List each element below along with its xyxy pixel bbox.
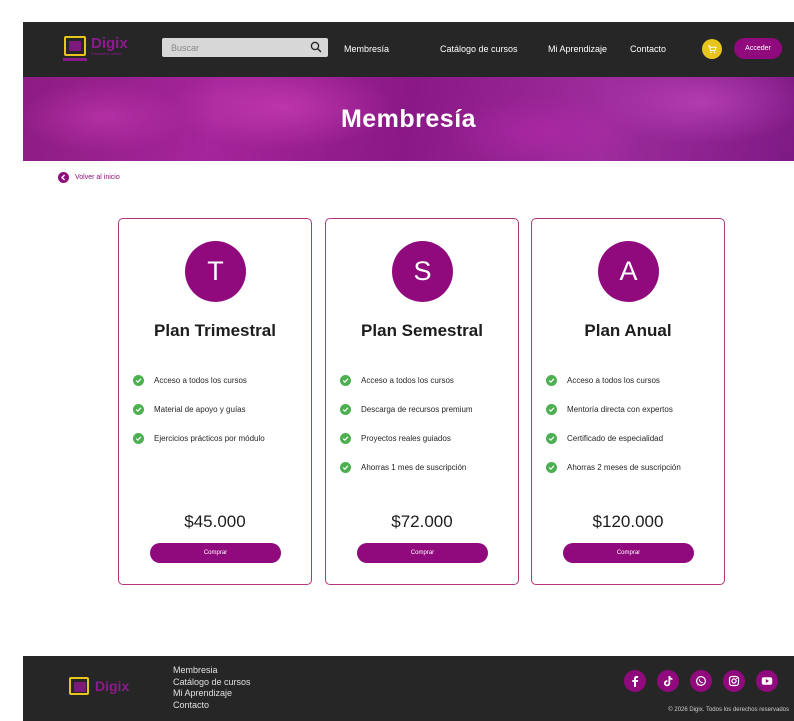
check-icon [133, 375, 144, 386]
logo-monitor-icon [64, 36, 86, 56]
check-icon [340, 404, 351, 415]
site-footer: Digix Membresia Catálogo de cursos Mi Ap… [23, 656, 794, 721]
plan-feature-text: Acceso a todos los cursos [567, 376, 660, 385]
plan-feature-text: Acceso a todos los cursos [154, 376, 247, 385]
check-icon [340, 433, 351, 444]
check-icon [546, 462, 557, 473]
check-icon [340, 462, 351, 473]
plan-feature: Ahorras 2 meses de suscripción [546, 462, 722, 473]
footer-link-mi-aprendizaje[interactable]: Mi Aprendizaje [173, 688, 251, 700]
plan-features-list: Acceso a todos los cursos Material de ap… [133, 375, 309, 462]
buy-button-anual[interactable]: Comprar [563, 543, 694, 563]
chevron-left-icon [58, 172, 69, 183]
search-bar [162, 38, 328, 58]
search-input[interactable] [162, 38, 302, 58]
nav-contacto[interactable]: Contacto [630, 44, 666, 54]
plan-features-list: Acceso a todos los cursos Mentoría direc… [546, 375, 722, 491]
check-icon [546, 404, 557, 415]
brand-tagline: Educación online [91, 51, 122, 56]
footer-brand-name: Digix [95, 678, 130, 694]
logo-monitor-icon [69, 677, 89, 695]
plan-feature: Proyectos reales guiados [340, 433, 516, 444]
instagram-icon[interactable] [723, 670, 745, 692]
top-navbar: Digix Educación online Membresía Catálog… [23, 22, 794, 77]
plan-initial-avatar: A [598, 241, 659, 302]
plan-price: $120.000 [592, 512, 664, 531]
plan-feature: Ahorras 1 mes de suscripción [340, 462, 516, 473]
logo-stand-decoration [63, 58, 87, 61]
plan-title: Plan Anual [584, 321, 672, 340]
check-icon [133, 404, 144, 415]
tiktok-icon[interactable] [657, 670, 679, 692]
buy-button-trimestral[interactable]: Comprar [150, 543, 281, 563]
footer-link-membresia[interactable]: Membresia [173, 665, 251, 677]
youtube-icon[interactable] [756, 670, 778, 692]
plan-card-anual: A Plan Anual Acceso a todos los cursos M… [531, 218, 725, 585]
plan-feature: Descarga de recursos premium [340, 404, 516, 415]
plan-feature-text: Ahorras 1 mes de suscripción [361, 463, 467, 472]
search-icon[interactable] [310, 41, 322, 53]
footer-brand-logo[interactable]: Digix [69, 677, 129, 695]
plan-card-semestral: S Plan Semestral Acceso a todos los curs… [325, 218, 519, 585]
plan-feature: Mentoría directa con expertos [546, 404, 722, 415]
plan-initial-avatar: S [392, 241, 453, 302]
social-links [624, 670, 778, 692]
brand-name: Digix [91, 35, 128, 52]
facebook-icon[interactable] [624, 670, 646, 692]
plan-features-list: Acceso a todos los cursos Descarga de re… [340, 375, 516, 491]
plan-title: Plan Semestral [361, 321, 483, 340]
copyright-text: © 2026 Digix. Todos los derechos reserva… [668, 707, 789, 713]
plan-feature: Acceso a todos los cursos [133, 375, 309, 386]
footer-link-contacto[interactable]: Contacto [173, 700, 251, 712]
plan-feature-text: Certificado de especialidad [567, 434, 664, 443]
brand-logo[interactable]: Digix Educación online [64, 36, 128, 56]
nav-catalogo-cursos[interactable]: Catálogo de cursos [440, 44, 518, 54]
plan-initial-avatar: T [185, 241, 246, 302]
whatsapp-icon[interactable] [690, 670, 712, 692]
back-link-label: Volver al inicio [75, 174, 120, 181]
plan-feature: Acceso a todos los cursos [546, 375, 722, 386]
buy-button-semestral[interactable]: Comprar [357, 543, 488, 563]
plan-feature-text: Ahorras 2 meses de suscripción [567, 463, 681, 472]
page-title: Membresía [340, 104, 477, 133]
plan-card-trimestral: T Plan Trimestral Acceso a todos los cur… [118, 218, 312, 585]
plan-feature: Material de apoyo y guías [133, 404, 309, 415]
plan-feature: Certificado de especialidad [546, 433, 722, 444]
plan-feature-text: Material de apoyo y guías [154, 405, 246, 414]
plan-price: $72.000 [391, 512, 453, 531]
footer-links: Membresia Catálogo de cursos Mi Aprendiz… [173, 665, 251, 711]
check-icon [546, 375, 557, 386]
check-icon [546, 433, 557, 444]
nav-membresia[interactable]: Membresía [344, 44, 389, 54]
plan-feature-text: Ejercicios prácticos por módulo [154, 434, 265, 443]
login-button[interactable]: Acceder [734, 38, 782, 59]
check-icon [340, 375, 351, 386]
plan-feature-text: Proyectos reales guiados [361, 434, 451, 443]
nav-mi-aprendizaje[interactable]: Mi Aprendizaje [548, 44, 607, 54]
check-icon [133, 433, 144, 444]
plan-title: Plan Trimestral [154, 321, 276, 340]
cart-button[interactable] [702, 39, 722, 59]
plan-price: $45.000 [184, 512, 246, 531]
cart-icon [708, 45, 717, 54]
hero-banner: Membresía [23, 77, 794, 161]
plan-feature-text: Acceso a todos los cursos [361, 376, 454, 385]
back-to-home-link[interactable]: Volver al inicio [58, 172, 120, 183]
footer-link-catalogo[interactable]: Catálogo de cursos [173, 677, 251, 689]
page: Digix Educación online Membresía Catálog… [23, 22, 794, 721]
plan-feature-text: Mentoría directa con expertos [567, 405, 673, 414]
plan-feature-text: Descarga de recursos premium [361, 405, 473, 414]
plan-feature: Acceso a todos los cursos [340, 375, 516, 386]
plan-feature: Ejercicios prácticos por módulo [133, 433, 309, 444]
